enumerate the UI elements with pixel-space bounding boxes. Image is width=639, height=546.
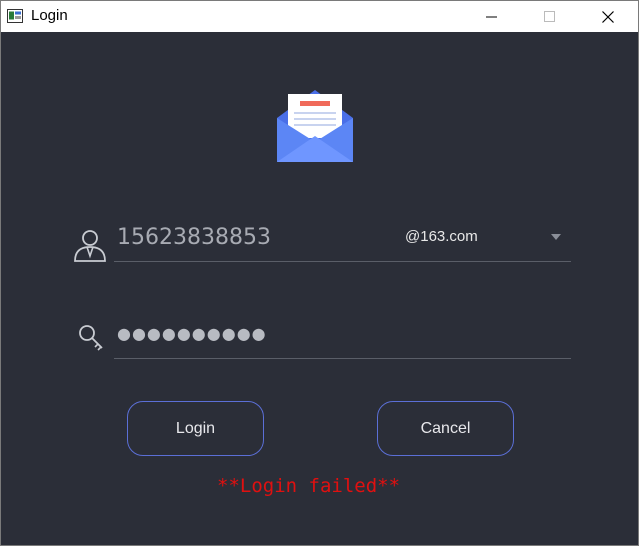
status-message: **Login failed**	[217, 475, 401, 497]
window-title: Login	[31, 7, 68, 24]
account-input[interactable]: 15623838853	[117, 220, 387, 256]
password-underline	[114, 358, 571, 359]
maximize-button[interactable]	[527, 1, 573, 32]
login-form: 15623838853 @163.com ●●●●●●●●●● Login Ca…	[1, 32, 638, 545]
domain-select[interactable]: @163.com	[405, 226, 478, 248]
user-icon	[74, 230, 106, 262]
account-underline	[114, 261, 571, 262]
close-icon	[602, 10, 614, 23]
key-icon	[79, 325, 103, 351]
cancel-button[interactable]: Cancel	[377, 401, 514, 456]
login-button[interactable]: Login	[127, 401, 264, 456]
login-window: Login 15623838853 @163.com ●●●●●●●●●● Lo…	[0, 0, 639, 546]
app-icon	[7, 9, 23, 23]
close-button[interactable]	[585, 1, 631, 32]
title-bar[interactable]: Login	[1, 1, 638, 32]
password-input[interactable]: ●●●●●●●●●●	[117, 322, 417, 346]
chevron-down-icon[interactable]	[550, 232, 562, 242]
minimize-button[interactable]	[469, 1, 515, 32]
envelope-letter-icon	[277, 90, 353, 162]
maximize-icon	[544, 10, 555, 22]
minimize-icon	[486, 16, 497, 17]
